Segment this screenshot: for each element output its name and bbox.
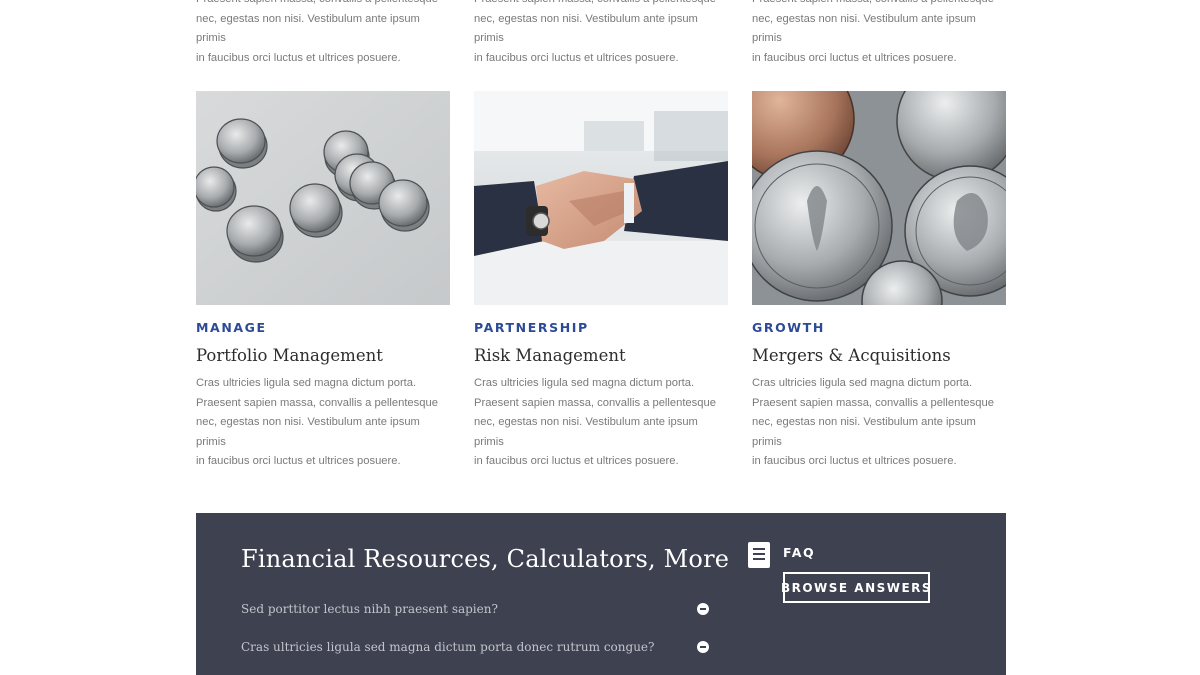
coins-closeup-photo[interactable] — [752, 91, 1006, 305]
card-description: Cras ultricies ligula sed magna dictum p… — [752, 374, 1006, 472]
faq-section: Financial Resources, Calculators, More S… — [196, 513, 1006, 675]
text-line: Cras ultricies ligula sed magna dictum p… — [474, 377, 695, 389]
faq-question[interactable]: Cras ultricies ligula sed magna dictum p… — [241, 640, 709, 654]
previous-card-text: Praesent sapien massa, convallis a pelle… — [474, 0, 728, 68]
text-line: in faucibus orci luctus et ultrices posu… — [752, 455, 957, 467]
card-category: MANAGE — [196, 320, 267, 335]
text-line: nec, egestas non nisi. Vestibulum ante i… — [474, 12, 698, 45]
card-category: PARTNERSHIP — [474, 320, 589, 335]
card-category: GROWTH — [752, 320, 825, 335]
faq-section-heading: Financial Resources, Calculators, More — [241, 545, 730, 573]
text-line: Praesent sapien massa, convallis a pelle… — [474, 0, 728, 10]
previous-card-text: Praesent sapien massa, convallis a pelle… — [752, 0, 1006, 68]
faq-label: FAQ — [783, 545, 816, 560]
text-line: in faucibus orci luctus et ultrices posu… — [474, 51, 679, 64]
collapse-icon[interactable] — [697, 641, 709, 653]
card-description: Cras ultricies ligula sed magna dictum p… — [196, 374, 450, 472]
text-line: in faucibus orci luctus et ultrices posu… — [752, 51, 957, 64]
handshake-photo[interactable] — [474, 91, 728, 305]
card-portfolio-management: MANAGE Portfolio Management Cras ultrici… — [196, 91, 450, 472]
text-line: Praesent sapien massa, convallis a pelle… — [752, 396, 994, 409]
previous-card-text: Praesent sapien massa, convallis a pelle… — [196, 0, 450, 68]
card-mergers-acquisitions: GROWTH Mergers & Acquisitions Cras ultri… — [752, 91, 1006, 472]
text-line: nec, egestas non nisi. Vestibulum ante i… — [196, 416, 420, 448]
faq-question[interactable]: Sed porttitor lectus nibh praesent sapie… — [241, 602, 709, 616]
card-title[interactable]: Risk Management — [474, 346, 728, 365]
text-line: Cras ultricies ligula sed magna dictum p… — [752, 377, 973, 389]
previous-cards-row: Praesent sapien massa, convallis a pelle… — [196, 0, 1006, 68]
text-line: nec, egestas non nisi. Vestibulum ante i… — [752, 416, 976, 448]
text-line: Praesent sapien massa, convallis a pelle… — [196, 396, 438, 409]
coins-on-table-photo[interactable] — [196, 91, 450, 305]
text-line: nec, egestas non nisi. Vestibulum ante i… — [196, 12, 420, 45]
card-risk-management: PARTNERSHIP Risk Management Cras ultrici… — [474, 91, 728, 472]
service-cards: MANAGE Portfolio Management Cras ultrici… — [196, 91, 1006, 472]
text-line: in faucibus orci luctus et ultrices posu… — [474, 455, 679, 467]
card-title[interactable]: Portfolio Management — [196, 346, 450, 365]
collapse-icon[interactable] — [697, 603, 709, 615]
text-line: Praesent sapien massa, convallis a pelle… — [752, 0, 1006, 10]
text-line: nec, egestas non nisi. Vestibulum ante i… — [752, 12, 976, 45]
browse-answers-button[interactable]: BROWSE ANSWERS — [781, 572, 931, 603]
card-description: Cras ultricies ligula sed magna dictum p… — [474, 374, 728, 472]
text-line: Praesent sapien massa, convallis a pelle… — [196, 0, 450, 10]
text-line: Praesent sapien massa, convallis a pelle… — [474, 396, 716, 409]
faq-question-text[interactable]: Sed porttitor lectus nibh praesent sapie… — [241, 602, 498, 616]
text-line: Cras ultricies ligula sed magna dictum p… — [196, 377, 417, 389]
text-line: nec, egestas non nisi. Vestibulum ante i… — [474, 416, 698, 448]
faq-question-text[interactable]: Cras ultricies ligula sed magna dictum p… — [241, 640, 654, 654]
card-title[interactable]: Mergers & Acquisitions — [752, 346, 1006, 365]
document-icon — [748, 542, 770, 568]
text-line: in faucibus orci luctus et ultrices posu… — [196, 51, 401, 64]
text-line: in faucibus orci luctus et ultrices posu… — [196, 455, 401, 467]
